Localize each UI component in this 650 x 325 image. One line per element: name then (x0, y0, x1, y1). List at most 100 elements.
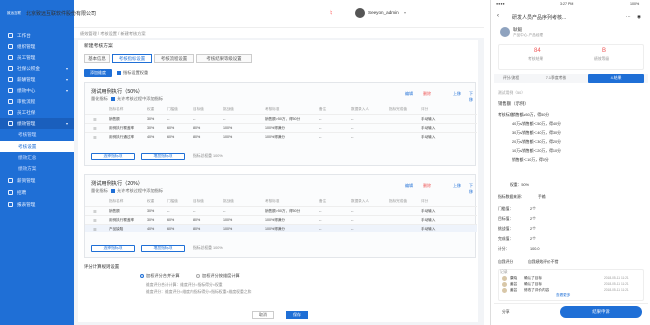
drag-handle-icon[interactable]: ☰ (93, 227, 97, 232)
table-cell: 用例执行覆盖率 (109, 218, 135, 222)
menu-icon (8, 44, 13, 49)
sidebar-item[interactable]: 薪资管理 (0, 175, 74, 186)
checkbox-icon[interactable] (110, 96, 115, 101)
dimension-action-link[interactable]: 删除 (423, 183, 431, 189)
add-indicator-button[interactable]: 增加指标项 (141, 245, 185, 252)
column-header: 评分 (421, 199, 429, 203)
column-header: 数据录入人 (351, 199, 369, 203)
rule-label: 评分计算规则设置 (84, 264, 120, 269)
column-header: 备注 (319, 199, 327, 203)
table-header: 指标名称 权重 门槛值 目标值 挑战值 考核标准 备注 数据录入人 指标完成值 评分 (85, 105, 477, 113)
menu-icon (8, 88, 13, 93)
sidebar-item[interactable]: 绩效管理 ▾ (0, 118, 74, 129)
table-cell: 30% (147, 209, 155, 213)
dimension-title: 测试用例执行（50%） (91, 89, 143, 95)
column-header: 指标名称 (109, 199, 124, 203)
checkbox-icon[interactable] (110, 188, 115, 193)
rule-option-weighted[interactable]: 加权评分合并计算 (140, 273, 180, 279)
weight-checkbox[interactable]: 指标设置权重 (117, 70, 148, 76)
company-logo: 致远互联 (6, 8, 22, 18)
mobile-tab-quarter[interactable]: 7.1季度考核 (530, 74, 582, 83)
view-more-link[interactable]: 查看更多 (556, 293, 570, 298)
data-source-value: 手输 (538, 195, 546, 199)
tab-process-settings[interactable]: 考核流程设置 (154, 54, 194, 63)
dimension-action-link[interactable]: 下移 (469, 183, 475, 195)
add-indicator-button[interactable]: 增加指标项 (141, 153, 185, 160)
table-row[interactable]: ☰ 用例执行覆盖率 30% 60% 80% 100% 100%得满分 -- -- 手动输入 (85, 215, 477, 223)
table-cell: 100% (223, 227, 233, 231)
username[interactable]: Seeyon_admin (368, 10, 399, 15)
dimension-action-link[interactable]: 下移 (469, 91, 475, 103)
record-user: 姜芸 (510, 282, 518, 286)
table-cell: 100%得满分 (265, 135, 285, 139)
column-header: 评分 (421, 107, 429, 111)
sidebar-item[interactable]: 员工社保 (0, 107, 74, 118)
dimension-action-link[interactable]: 上移 (453, 183, 461, 189)
sidebar-item[interactable]: 审批流程 (0, 96, 74, 107)
select-indicator-button[interactable]: 选择指标项 (91, 153, 135, 160)
cancel-button[interactable]: 取消 (252, 311, 274, 319)
sidebar-item[interactable]: 考核设置 (0, 141, 74, 152)
dimension-action-link[interactable]: 编辑 (405, 91, 413, 97)
mobile-tab-flow[interactable]: 评分/流程 (496, 74, 526, 83)
sidebar-item[interactable]: 招聘 (0, 187, 74, 198)
column-header: 考核标准 (265, 199, 280, 203)
user-avatar[interactable] (355, 8, 365, 18)
table-cell: 手动输入 (421, 218, 436, 222)
add-indicator-label: 增加指标项 (153, 246, 173, 250)
select-indicator-button[interactable]: 选择指标项 (91, 245, 135, 252)
sidebar-item[interactable]: 薪酬管理 ▾ (0, 74, 74, 85)
drag-handle-icon[interactable]: ☰ (93, 135, 97, 140)
sidebar-item[interactable]: 绩效中心 ▾ (0, 85, 74, 96)
status-battery: 100% (630, 2, 640, 6)
sidebar-item[interactable]: 绩效汇总 (0, 152, 74, 163)
add-dimension-button[interactable]: 添加维度 (84, 69, 112, 77)
standard-line: 40万≤销售额＜50万，得40分 (512, 122, 561, 126)
table-cell: -- (223, 209, 226, 213)
drag-handle-icon[interactable]: ☰ (93, 117, 97, 122)
table-row[interactable]: ☰ 用例执行通过率 40% 60% 80% 100% 100%得满分 -- -- 手动输入 (85, 132, 477, 140)
notification-bell-icon[interactable]: ♮ (330, 9, 333, 17)
table-row[interactable]: ☰ 用例执行覆盖率 30% 60% 80% 100% 100%得满分 -- -- 手动输入 (85, 123, 477, 131)
sidebar-item[interactable]: 考核管理 (0, 129, 74, 140)
dimension-action-link[interactable]: 删除 (423, 91, 431, 97)
drag-handle-icon[interactable]: ☰ (93, 126, 97, 131)
drag-handle-icon[interactable]: ☰ (93, 209, 97, 214)
rule-option-dimension[interactable]: 加权评分按维度计算 (196, 273, 240, 279)
sidebar-item[interactable]: 组织管理 (0, 41, 74, 52)
weight-text: 权重：50% (510, 183, 529, 187)
menu-icon (8, 202, 13, 207)
field-value: 2个 (530, 237, 536, 241)
table-row[interactable]: ☰ 销售额 30% -- -- -- 销售额>50万，得50分 -- -- 手动输入 (85, 114, 477, 122)
save-button[interactable]: 保存 (286, 311, 308, 319)
share-button[interactable]: 分享 (502, 310, 510, 315)
standard-line: 30万≤销售额＜40万，得30分 (512, 131, 561, 135)
sidebar-item[interactable]: 社保公积金 ▾ (0, 63, 74, 74)
select-indicator-label: 选择指标项 (103, 154, 123, 158)
sidebar-item[interactable]: 工作台 (0, 30, 74, 41)
drag-handle-icon[interactable]: ☰ (93, 218, 97, 223)
table-cell: 手动输入 (421, 135, 436, 139)
allow-add-label: 允许考核过程中添加指标 (116, 96, 164, 101)
field-value: 2个 (530, 227, 536, 231)
more-icon[interactable]: ⋯ (626, 14, 631, 20)
sidebar-item[interactable]: 绩效方案 (0, 163, 74, 174)
sidebar-item[interactable]: 报表管理 (0, 199, 74, 210)
chevron-down-icon[interactable]: ▾ (404, 10, 406, 15)
column-header: 门槛值 (167, 107, 178, 111)
appeal-button[interactable]: 结果申诉 (560, 306, 642, 318)
eye-icon[interactable]: ◉ (637, 14, 641, 20)
mobile-tab-result[interactable]: 4.结果 (588, 74, 644, 83)
tab-result-levels[interactable]: 考核结果等级设置 (196, 54, 252, 63)
chevron-icon: ▾ (65, 66, 68, 71)
tab-basic-info[interactable]: 基本信息 (84, 54, 110, 63)
score-label: 考核结果 (528, 57, 544, 61)
table-row[interactable]: ☰ 销售额 30% -- -- -- 销售额>50万，得50分 -- -- 手动输入 (85, 206, 477, 214)
dimension-action-link[interactable]: 上移 (453, 91, 461, 97)
tab-indicator-settings[interactable]: 考核指标设置 (112, 54, 152, 63)
dimension-action-link[interactable]: 编辑 (405, 183, 413, 189)
table-cell: 100%得满分 (265, 227, 285, 231)
back-icon[interactable]: ‹ (497, 13, 499, 19)
table-row[interactable]: ☰ 产品缺陷 40% 60% 80% 100% 100%得满分 -- -- 手动输入 (85, 224, 477, 232)
sidebar-item[interactable]: 员工管理 (0, 52, 74, 63)
